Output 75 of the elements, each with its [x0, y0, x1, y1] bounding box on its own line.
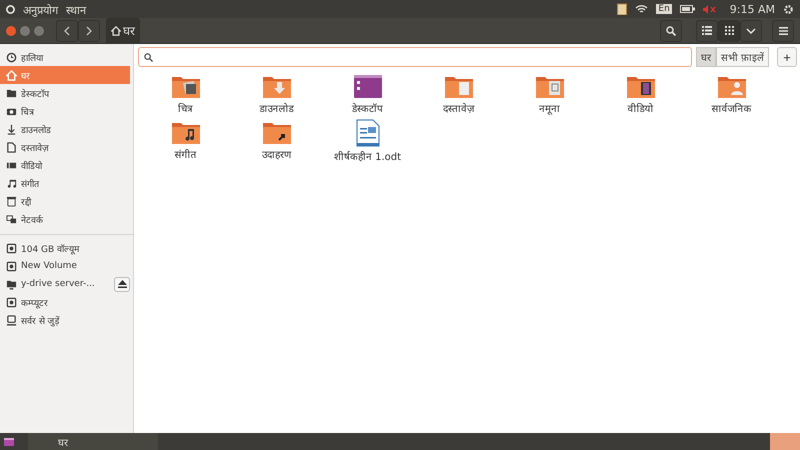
clock-icon — [6, 52, 17, 62]
app-launcher-icon[interactable] — [4, 438, 14, 446]
drive-icon — [6, 242, 17, 254]
chevron-down-icon — [746, 28, 756, 34]
download-icon — [6, 124, 17, 134]
file-name[interactable]: चित्र — [178, 101, 193, 115]
panel-menu[interactable]: अनुप्रयोग — [23, 2, 58, 16]
home-icon — [111, 26, 121, 36]
path-button[interactable]: घर — [106, 18, 140, 44]
trash-icon — [6, 196, 17, 206]
sidebar-item[interactable]: नेटवर्क — [0, 210, 130, 228]
wifi-icon[interactable] — [635, 4, 648, 14]
search-field[interactable] — [138, 47, 692, 67]
grid-view-icon — [724, 26, 734, 35]
forward-button[interactable] — [78, 20, 100, 42]
menu-button[interactable] — [772, 20, 794, 42]
network-folder-icon — [6, 278, 17, 290]
power-icon[interactable] — [783, 4, 794, 14]
sidebar-item[interactable]: संगीत — [0, 174, 130, 192]
list-view-icon — [702, 26, 712, 35]
eject-icon — [118, 280, 126, 288]
battery-icon[interactable] — [680, 5, 695, 13]
file-name[interactable]: वीडियो — [628, 101, 654, 115]
desktop-folder-icon — [352, 73, 382, 99]
file-name[interactable]: सार्वजनिक — [712, 101, 752, 115]
search-icon — [144, 52, 153, 62]
search-scope-button[interactable]: सभी फ़ाइलें — [716, 47, 769, 67]
file-name[interactable]: नमूना — [539, 101, 560, 115]
file-name[interactable]: डाउनलोड — [260, 101, 294, 115]
document-icon — [6, 142, 17, 152]
gear-icon[interactable] — [6, 4, 15, 14]
sidebar-item[interactable]: डेस्कटॉप — [0, 84, 130, 102]
eject-button[interactable] — [114, 276, 130, 292]
network-icon — [6, 214, 17, 224]
sidebar-item[interactable]: कम्प्यूटर — [0, 293, 130, 311]
view-button[interactable] — [740, 20, 762, 42]
file-name[interactable]: उदाहरण — [262, 147, 291, 161]
home-icon — [6, 70, 17, 80]
view-button[interactable] — [718, 20, 740, 42]
sidebar-item[interactable]: डाउनलोड — [0, 120, 130, 138]
sidebar-item[interactable]: चित्र — [0, 102, 130, 120]
taskbar-window[interactable]: घर — [28, 433, 158, 450]
search-button[interactable] — [660, 20, 682, 42]
document-icon — [356, 119, 380, 147]
music-icon — [6, 178, 17, 188]
clock[interactable]: 9:15 AM — [730, 2, 775, 16]
muted-speaker-icon[interactable] — [702, 4, 716, 14]
folder-icon — [6, 88, 17, 98]
file-name[interactable]: दस्तावेज़ — [443, 101, 474, 115]
back-button[interactable] — [56, 20, 78, 42]
menu-icon — [778, 26, 788, 34]
file-name[interactable]: संगीत — [174, 147, 196, 161]
sidebar-item[interactable]: New Volume — [0, 257, 130, 275]
clipboard-icon[interactable] — [617, 3, 628, 15]
sidebar-item[interactable]: वीडियो — [0, 156, 130, 174]
close-button[interactable] — [6, 26, 16, 36]
file-name[interactable]: डेस्कटॉप — [352, 101, 383, 115]
panel-menu[interactable]: स्थान — [66, 2, 86, 16]
sidebar-item[interactable]: हालिया — [0, 48, 130, 66]
search-scope-button[interactable]: घर — [696, 47, 716, 67]
sidebar-item[interactable]: रद्दी — [0, 192, 130, 210]
file-name[interactable]: शीर्षकहीन 1.odt — [334, 149, 402, 163]
drive-icon — [6, 296, 17, 308]
chevron-right-icon — [86, 26, 92, 36]
drive-icon — [6, 260, 17, 272]
sidebar-item[interactable]: दस्तावेज़ — [0, 138, 130, 156]
view-button[interactable] — [696, 20, 718, 42]
chevron-left-icon — [64, 26, 70, 36]
sidebar-item[interactable]: सर्वर से जुड़ें — [0, 311, 130, 329]
keyboard-layout[interactable]: En — [656, 4, 672, 14]
sidebar-item[interactable]: 104 GB वॉल्यूम — [0, 239, 130, 257]
search-icon — [666, 26, 676, 36]
add-button[interactable]: + — [777, 47, 797, 67]
server-icon — [6, 314, 17, 326]
sidebar-item[interactable]: y-drive server-... — [0, 275, 114, 293]
